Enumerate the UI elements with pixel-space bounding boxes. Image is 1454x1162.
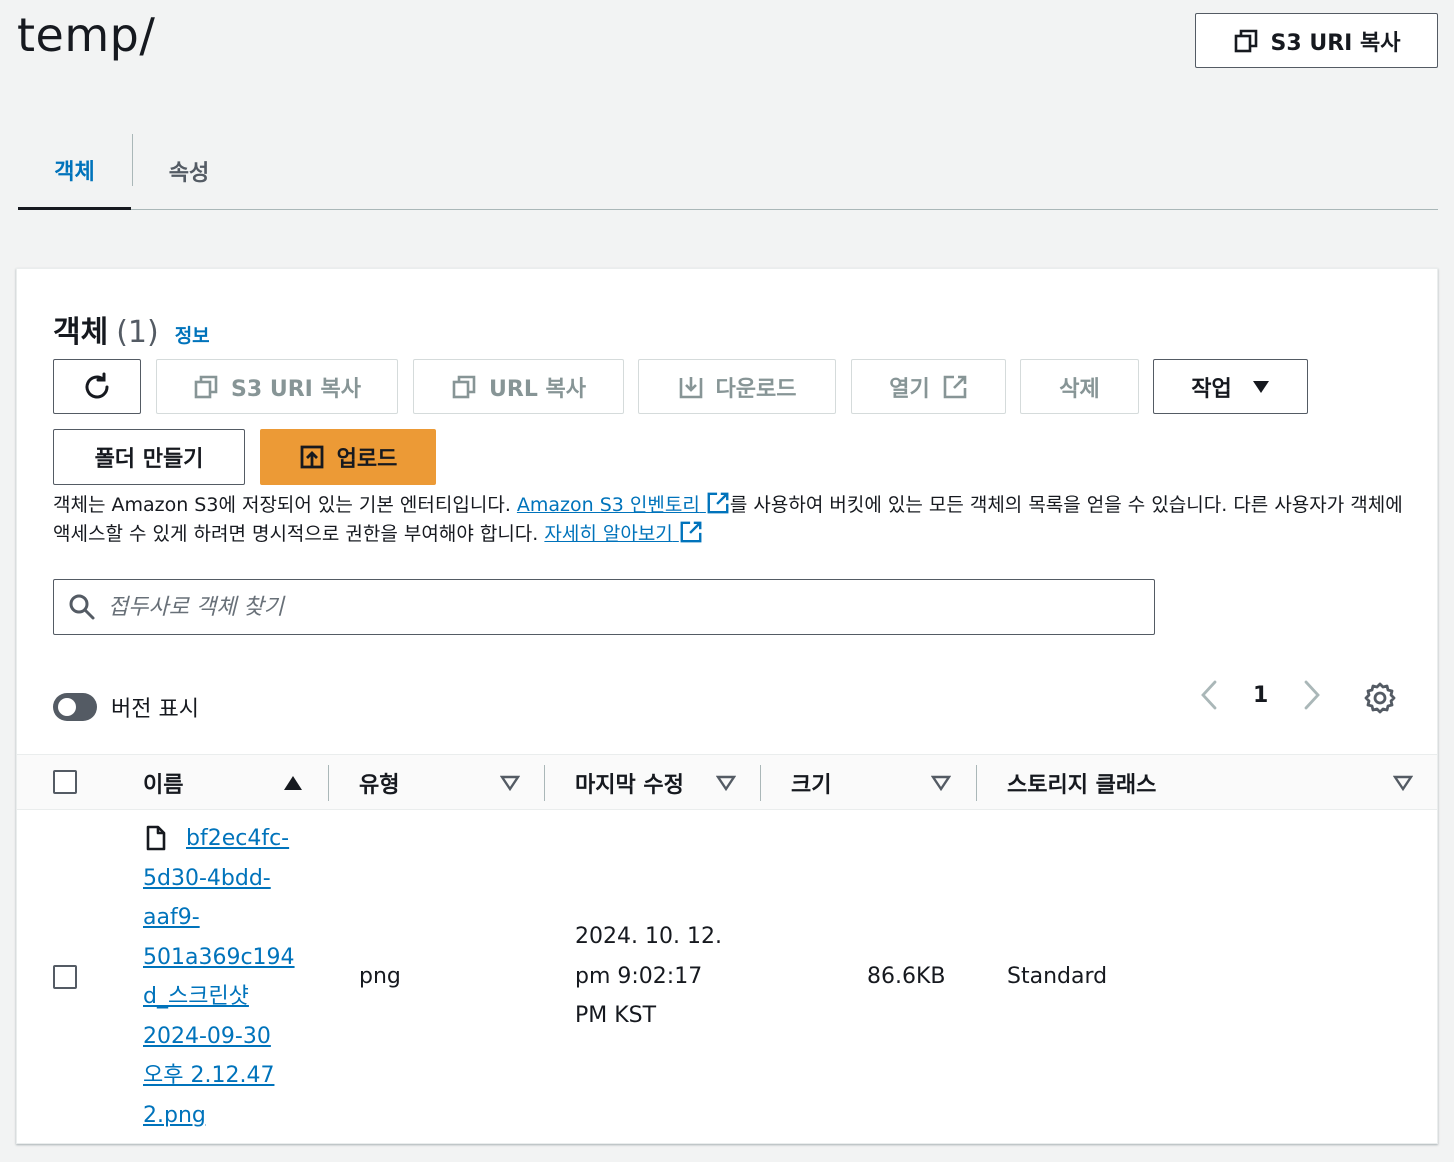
copy-url-button[interactable]: URL 복사 [413,359,624,414]
download-button[interactable]: 다운로드 [638,359,836,414]
copy-icon [1234,29,1257,52]
select-all-checkbox[interactable] [53,770,77,794]
copy-icon [194,375,218,398]
delete-label: 삭제 [1059,376,1100,402]
copy-url-label: URL 복사 [489,376,586,402]
external-link-icon [680,521,702,543]
object-count: (1) [116,315,159,350]
learn-more-link[interactable]: 자세히 알아보기 [544,523,678,545]
column-size-label: 크기 [791,773,832,798]
row-checkbox[interactable] [53,965,77,989]
tab-objects[interactable]: 객체 [18,132,131,210]
table-header: 이름 유형 마지막 수정 크기 스토리지 클래스 [17,754,1437,811]
object-name-link[interactable]: bf2ec4fc- 5d30-4bdd- aaf9- 501a369c194 d… [143,819,313,1135]
delete-button[interactable]: 삭제 [1020,359,1139,414]
inventory-link-label: Amazon S3 인벤토리 [516,494,700,516]
column-name[interactable]: 이름 [143,755,183,811]
column-storage-class-label: 스토리지 클래스 [1007,773,1157,798]
create-folder-label: 폴더 만들기 [94,447,204,472]
show-versions-toggle[interactable] [53,693,97,721]
column-divider [544,765,545,801]
copy-s3-uri-button[interactable]: S3 URI 복사 [156,359,398,414]
object-size: 86.6KB [867,964,946,989]
description-text-1: 객체는 Amazon S3에 저장되어 있는 기본 엔터티입니다. [53,494,511,516]
object-name-line: bf2ec4fc- [186,826,290,851]
copy-s3-uri-header-label: S3 URI 복사 [1270,30,1401,56]
sort-icon[interactable] [716,774,736,792]
last-modified-line: PM KST [575,1003,657,1028]
sort-icon[interactable] [500,774,520,792]
refresh-icon [85,372,109,398]
pagination: 1 [1197,679,1324,711]
open-button[interactable]: 열기 [851,359,1006,414]
gear-icon[interactable] [1363,681,1397,715]
object-name-line: 5d30-4bdd- [143,865,271,891]
copy-icon [452,375,476,398]
search-box [53,579,1155,635]
column-storage-class[interactable]: 스토리지 클래스 [1007,755,1156,811]
column-divider [328,765,329,801]
panel-title: 객체 [53,315,109,350]
panel-heading: 객체 (1) 정보 [53,307,210,351]
objects-panel: 객체 (1) 정보 S3 URI 복사 URL 복사 다운로드 열기 삭제 작업… [16,268,1438,1144]
copy-s3-uri-header-button[interactable]: S3 URI 복사 [1195,13,1438,68]
object-storage-class: Standard [1007,964,1108,989]
object-name-line: d_스크린샷 [143,984,249,1009]
search-icon [69,594,95,620]
inventory-link[interactable]: Amazon S3 인벤토리 [517,494,706,516]
upload-button[interactable]: 업로드 [260,429,436,485]
objects-description: 객체는 Amazon S3에 저장되어 있는 기본 엔터티입니다. Amazon… [53,491,1413,549]
tab-objects-label: 객체 [54,159,95,185]
show-versions-label: 버전 표시 [111,697,199,722]
external-link-icon [943,375,967,398]
object-name-line: aaf9- [143,905,200,930]
upload-label: 업로드 [336,447,398,472]
show-versions: 버전 표시 [53,691,199,723]
column-size[interactable]: 크기 [791,755,831,811]
sort-ascending-icon[interactable] [283,774,303,792]
column-last-modified-label: 마지막 수정 [575,773,684,798]
caret-down-icon [1252,380,1269,393]
tab-bar: 객체 속성 [18,132,1438,210]
actions-dropdown[interactable]: 작업 [1153,359,1308,414]
last-modified-line: pm 9:02:17 [575,963,703,989]
last-modified-line: 2024. 10. 12. [575,924,722,949]
copy-s3-uri-label: S3 URI 복사 [231,376,361,402]
page-title: temp/ [17,8,156,62]
info-link[interactable]: 정보 [175,321,210,348]
download-label: 다운로드 [715,376,797,402]
column-divider [760,765,761,801]
object-last-modified: 2024. 10. 12. pm 9:02:17 PM KST [575,917,722,1036]
external-link-icon [707,492,729,514]
object-type: png [359,964,401,989]
column-divider [976,765,977,801]
search-input[interactable] [108,594,1154,620]
chevron-right-icon[interactable] [1300,679,1324,711]
sort-icon[interactable] [931,774,951,792]
refresh-button[interactable] [53,359,141,414]
sort-icon[interactable] [1393,774,1413,792]
column-name-label: 이름 [143,773,184,798]
current-page[interactable]: 1 [1253,683,1268,708]
column-last-modified[interactable]: 마지막 수정 [575,755,684,811]
download-icon [679,376,702,398]
object-name-line: 오후 2.12.47 [143,1063,275,1088]
object-name-line: 2.png [143,1102,206,1128]
create-folder-button[interactable]: 폴더 만들기 [53,429,245,485]
object-name-line: 501a369c194 [143,944,295,970]
column-type-label: 유형 [359,773,400,798]
learn-more-label: 자세히 알아보기 [544,523,673,545]
tab-properties[interactable]: 속성 [133,132,245,210]
tab-properties-label: 속성 [168,161,210,186]
chevron-left-icon[interactable] [1197,679,1221,711]
actions-label: 작업 [1191,376,1232,402]
object-name-line: 2024-09-30 [143,1023,271,1049]
upload-icon [300,445,324,469]
column-type[interactable]: 유형 [359,755,399,811]
open-label: 열기 [889,376,930,402]
